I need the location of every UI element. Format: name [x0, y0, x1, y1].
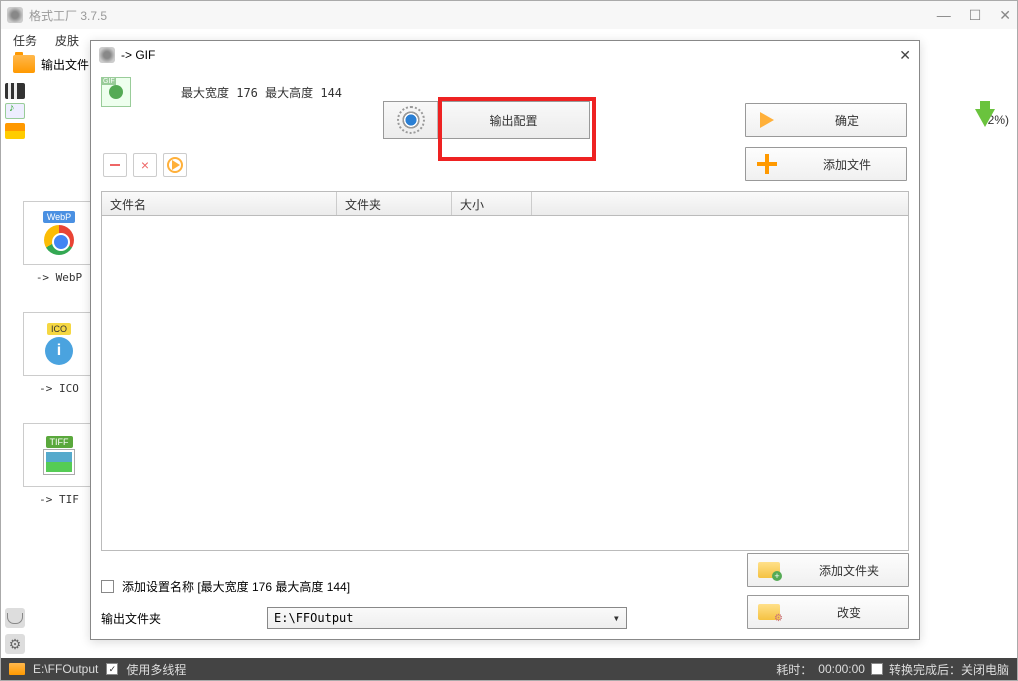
add-file-button[interactable]: 添加文件 [745, 147, 907, 181]
dialog-bottom: 添加设置名称 [最大宽度 176 最大高度 144] 输出文件夹 E:\FFOu… [101, 578, 909, 629]
output-folder-combo[interactable]: E:\FFOutput [267, 607, 627, 629]
settings-icon[interactable] [5, 634, 25, 654]
main-titlebar: 格式工厂 3.7.5 — ☐ ✕ [1, 1, 1017, 29]
add-folder-label: 添加文件夹 [790, 562, 908, 579]
folder-add-icon [758, 562, 780, 578]
output-config-wrap: 输出配置 [383, 101, 590, 139]
app-icon [7, 7, 23, 23]
audio-category-icon[interactable] [5, 103, 25, 119]
add-setting-label: 添加设置名称 [最大宽度 176 最大高度 144] [122, 578, 350, 595]
output-config-button[interactable]: 输出配置 [383, 101, 590, 139]
minus-icon [110, 164, 120, 166]
add-file-label: 添加文件 [788, 156, 906, 173]
output-config-label: 输出配置 [438, 112, 589, 129]
format-thumbs: WebP -> WebP ICO i -> ICO TIFF -> TIF [23, 201, 98, 534]
col-spacer [532, 192, 908, 215]
menu-skin[interactable]: 皮肤 [55, 32, 79, 49]
video-category-icon[interactable] [5, 83, 25, 99]
ico-tag: ICO [47, 323, 71, 335]
ok-label: 确定 [788, 112, 906, 129]
gif-badge-icon [101, 77, 131, 107]
play-button[interactable] [163, 153, 187, 177]
add-setting-checkbox[interactable] [101, 580, 114, 593]
gif-dialog: -> GIF ✕ 最大宽度 176 最大高度 144 输出配置 确定 添加文件 … [90, 40, 920, 640]
remove-button[interactable] [103, 153, 127, 177]
col-size[interactable]: 大小 [452, 192, 532, 215]
chrome-icon [44, 225, 74, 255]
picture-category-icon[interactable] [5, 123, 25, 139]
arrow-right-icon [760, 112, 774, 128]
dimension-text: 最大宽度 176 最大高度 144 [181, 84, 342, 101]
menu-task[interactable]: 任务 [13, 32, 37, 49]
close-button[interactable]: ✕ [999, 7, 1011, 24]
output-file-label: 输出文件 [41, 56, 89, 73]
statusbar-folder-icon [9, 663, 25, 675]
webp-tag: WebP [43, 211, 75, 223]
minimize-button[interactable]: — [937, 7, 951, 24]
add-folder-button[interactable]: 添加文件夹 [747, 553, 909, 587]
elapsed-value: 00:00:00 [818, 662, 865, 676]
disc-icon[interactable] [5, 608, 25, 628]
landscape-icon [44, 450, 74, 474]
table-header: 文件名 文件夹 大小 [102, 192, 908, 216]
dialog-icon [99, 47, 115, 63]
info-icon: i [45, 337, 73, 365]
ok-button[interactable]: 确定 [745, 103, 907, 137]
col-folder[interactable]: 文件夹 [337, 192, 452, 215]
shutdown-label: 转换完成后：关闭电脑 [889, 661, 1009, 678]
output-folder-label: 输出文件夹 [101, 610, 161, 627]
thumb-tif-label: -> TIF [23, 493, 95, 506]
window-controls: — ☐ ✕ [937, 7, 1011, 24]
dialog-close-button[interactable]: ✕ [899, 47, 911, 64]
elapsed-label: 耗时： [776, 661, 812, 678]
play-circle-icon [167, 157, 183, 173]
folder-icon [13, 55, 35, 73]
file-table: 文件名 文件夹 大小 [101, 191, 909, 551]
bottom-tool-icons [5, 608, 25, 654]
change-button[interactable]: 改变 [747, 595, 909, 629]
thumb-ico[interactable]: ICO i -> ICO [23, 312, 95, 395]
maximize-button[interactable]: ☐ [969, 7, 982, 24]
gear-icon [400, 109, 422, 131]
clear-button[interactable]: × [133, 153, 157, 177]
main-title: 格式工厂 3.7.5 [29, 7, 107, 24]
multithread-label: 使用多线程 [126, 661, 186, 678]
thumb-webp[interactable]: WebP -> WebP [23, 201, 95, 284]
dialog-right-buttons: 确定 添加文件 [745, 103, 907, 181]
start-arrow-icon[interactable] [975, 109, 995, 127]
change-label: 改变 [790, 604, 908, 621]
small-action-buttons: × [103, 153, 187, 177]
thumb-webp-label: -> WebP [23, 271, 95, 284]
folder-gear-icon [758, 604, 780, 620]
statusbar-path: E:\FFOutput [33, 662, 98, 676]
tiff-tag: TIFF [46, 436, 73, 448]
statusbar: E:\FFOutput ✓ 使用多线程 耗时： 00:00:00 转换完成后：关… [1, 658, 1017, 680]
dialog-titlebar: -> GIF ✕ [91, 41, 919, 69]
thumb-ico-label: -> ICO [23, 382, 95, 395]
thumb-tif[interactable]: TIFF -> TIF [23, 423, 95, 506]
col-filename[interactable]: 文件名 [102, 192, 337, 215]
shutdown-checkbox[interactable] [871, 663, 883, 675]
multithread-checkbox[interactable]: ✓ [106, 663, 118, 675]
x-icon: × [141, 157, 149, 173]
dialog-title: -> GIF [121, 48, 155, 62]
plus-icon [757, 154, 777, 174]
